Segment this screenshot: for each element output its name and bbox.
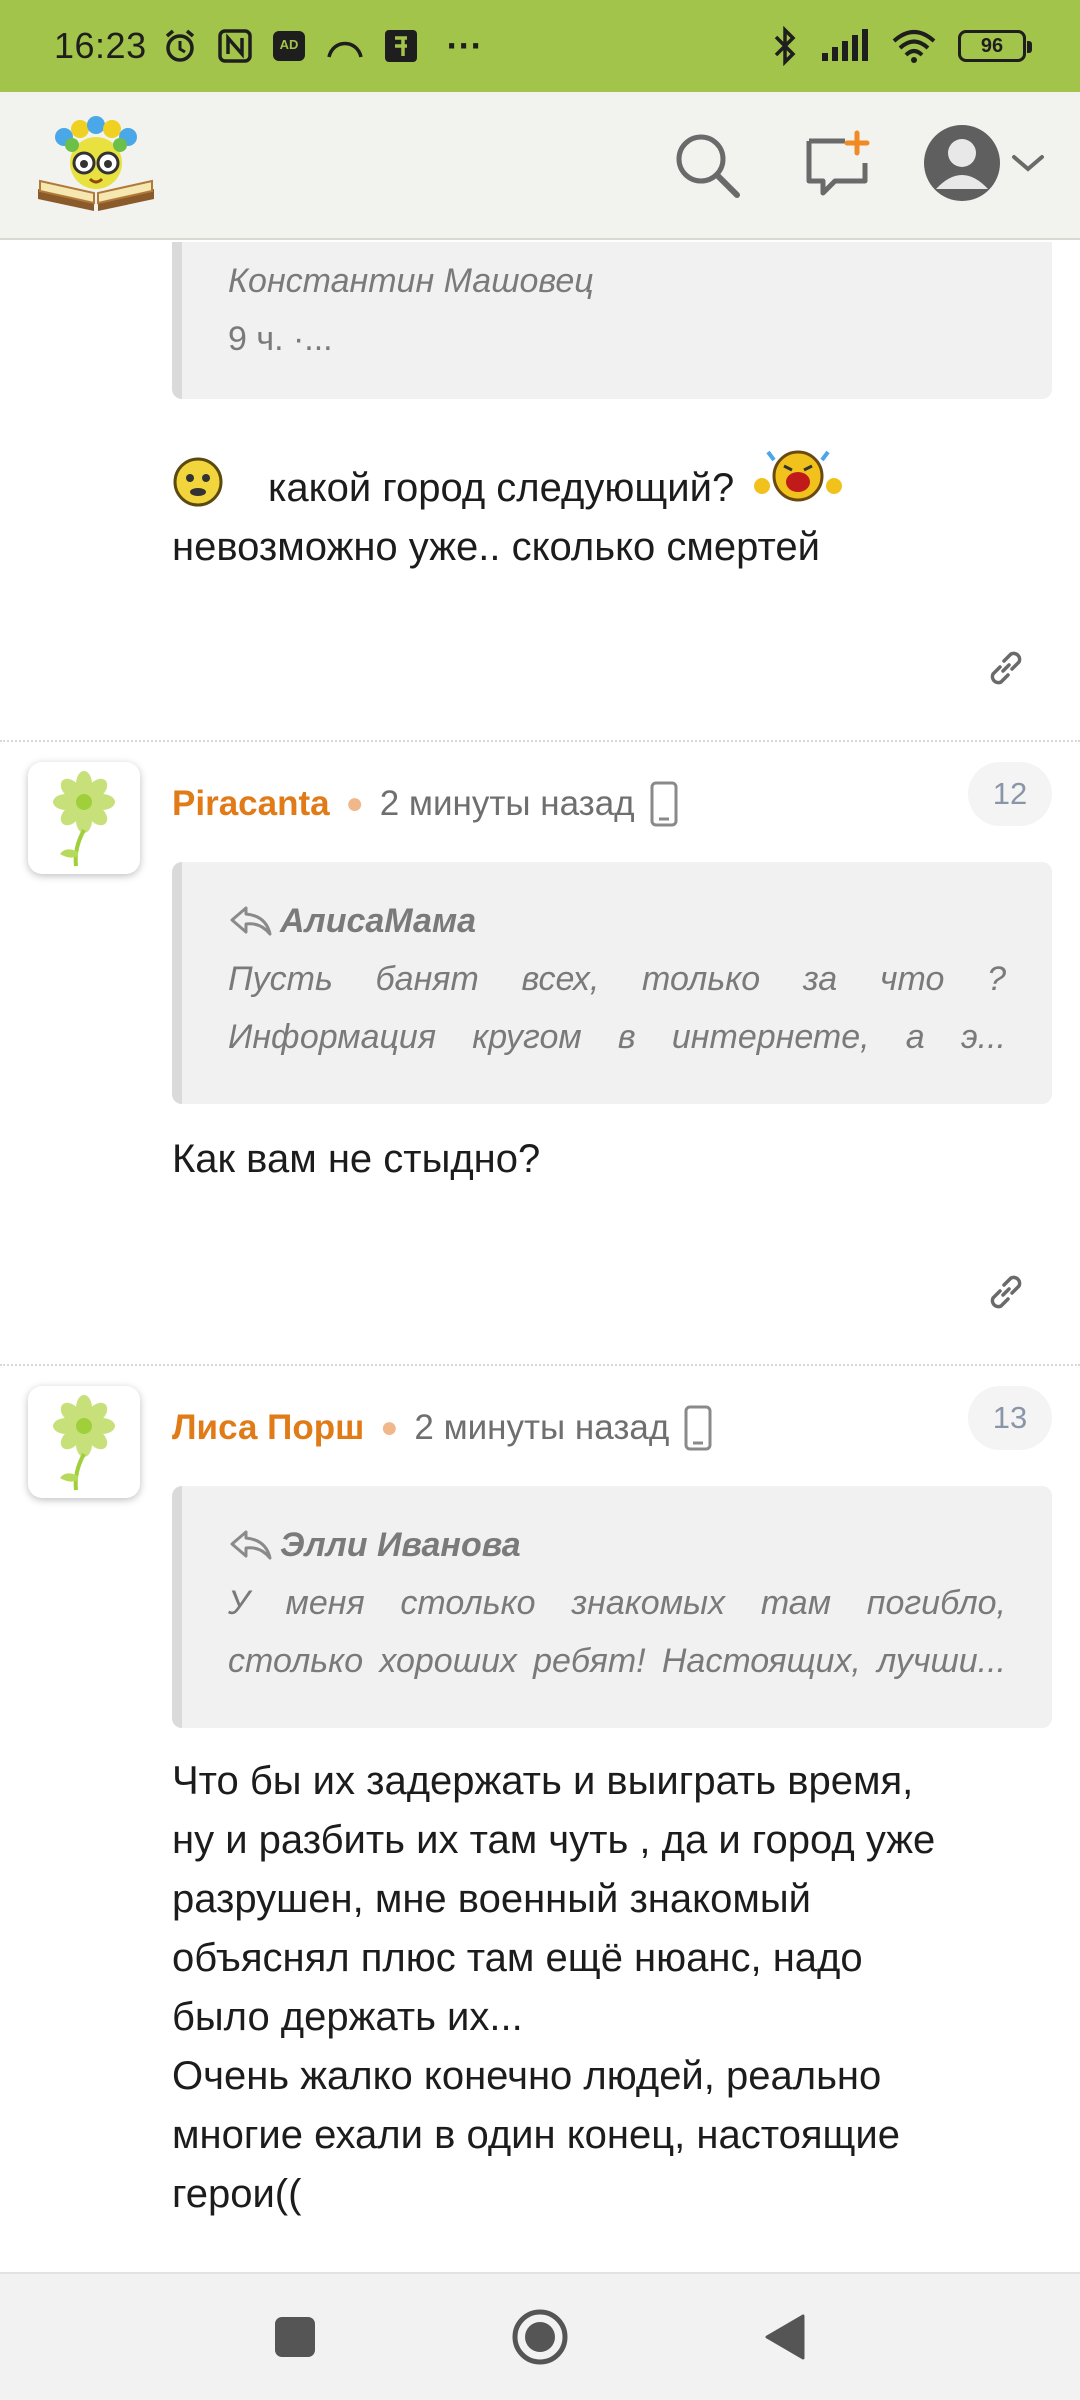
comment-number: 13 xyxy=(968,1386,1052,1450)
link-icon[interactable] xyxy=(976,638,1036,698)
system-nav-bar xyxy=(0,2272,1080,2400)
quote-author: Элли Иванова xyxy=(280,1526,521,1564)
battery-icon: 96 xyxy=(958,30,1032,62)
user-avatar[interactable] xyxy=(28,1386,140,1498)
comment-header: Piracanta ● 2 минуты назад xyxy=(172,762,679,846)
comment-line: ну и разбить их там чуть , да и город уж… xyxy=(172,1818,936,1862)
quote-author-row: АлисаМама xyxy=(228,892,1006,950)
quote-line-1: У меня столько знакомых там погибло, xyxy=(228,1584,1006,1622)
alarm-icon xyxy=(161,27,199,65)
search-icon[interactable] xyxy=(662,120,752,210)
separator-dot: ● xyxy=(380,1411,399,1444)
recents-button[interactable] xyxy=(260,2302,330,2372)
reply-arrow-icon xyxy=(228,904,274,938)
separator-dot: ● xyxy=(345,787,364,820)
comment-line: Очень жалко конечно людей, реально xyxy=(172,2054,882,2098)
site-logo[interactable] xyxy=(34,115,158,215)
mobile-device-icon xyxy=(649,781,679,827)
comment-body: Как вам не стыдно? xyxy=(172,1137,541,1181)
ad-icon: AD xyxy=(271,29,307,63)
comment-author[interactable]: Piracanta xyxy=(172,784,330,824)
comment-number: 12 xyxy=(968,762,1052,826)
more-icon: ··· xyxy=(446,25,483,66)
comment-line: объяснял плюс там ещё нюанс, надо xyxy=(172,1936,863,1980)
quote-block: Константин Машовец 9 ч. ·... xyxy=(172,242,1052,399)
mobile-device-icon xyxy=(683,1405,713,1451)
post-body: какой город следующий? невозможно уже.. … xyxy=(172,444,1052,577)
status-icons-right: 96 xyxy=(772,26,1032,66)
emoticon-icon xyxy=(172,456,224,508)
comment-body: Что бы их задержать и выиграть время, ну… xyxy=(172,1752,1052,2224)
home-button[interactable] xyxy=(505,2302,575,2372)
reply-arrow-icon xyxy=(228,1528,274,1562)
comments-feed: Константин Машовец 9 ч. ·... какой город… xyxy=(0,242,1080,2271)
status-bar: 16:23 AD ··· 96 xyxy=(0,0,1080,92)
status-icons-left: AD ··· xyxy=(161,25,483,67)
wifi-icon xyxy=(892,29,936,63)
comment-author[interactable]: Лиса Порш xyxy=(172,1408,364,1448)
comment-line: было держать их... xyxy=(172,1995,523,2039)
user-avatar[interactable] xyxy=(28,762,140,874)
comment-line: Что бы их задержать и выиграть время, xyxy=(172,1759,914,1803)
post-line-2: невозможно уже.. сколько смертей xyxy=(172,525,820,569)
quote-author: Константин Машовец xyxy=(228,262,594,300)
link-icon[interactable] xyxy=(976,1262,1036,1322)
quote-line-2: столько хороших ребят! Настоящих, лучши.… xyxy=(228,1642,1006,1680)
quote-meta: 9 ч. ·... xyxy=(228,320,333,358)
status-time: 16:23 xyxy=(54,25,147,66)
post-line-1: какой город следующий? xyxy=(268,466,735,510)
nfc-icon xyxy=(217,28,253,64)
comment-line: многие ехали в один конец, настоящие xyxy=(172,2113,900,2157)
comment-item: Piracanta ● 2 минуты назад 12 АлисаМама … xyxy=(0,740,1080,1364)
quote-line-2: Информация кругом в интернете, а э... xyxy=(228,1018,1006,1056)
comment-line: герои(( xyxy=(172,2172,302,2216)
signal-icon xyxy=(820,29,870,63)
chevron-down-icon[interactable] xyxy=(1010,151,1046,180)
comment-line: разрушен, мне военный знакомый xyxy=(172,1877,811,1921)
back-button[interactable] xyxy=(750,2302,820,2372)
svg-text:AD: AD xyxy=(279,37,298,52)
arc-icon xyxy=(325,31,365,61)
quote-block: Элли Иванова У меня столько знакомых там… xyxy=(172,1486,1052,1728)
comment-item: Лиса Порш ● 2 минуты назад 13 Элли Ивано… xyxy=(0,1364,1080,2271)
quote-block: АлисаМама Пусть банят всех, только за чт… xyxy=(172,862,1052,1104)
header-actions xyxy=(662,120,1046,210)
quote-author-row: Элли Иванова xyxy=(228,1516,1006,1574)
comment-header: Лиса Порш ● 2 минуты назад xyxy=(172,1386,713,1470)
profile-icon[interactable] xyxy=(922,123,1002,208)
quote-line-1: Пусть банят всех, только за что ? xyxy=(228,960,1006,998)
new-post-icon[interactable] xyxy=(792,120,882,210)
crying-emoticon-icon xyxy=(748,444,848,508)
app-icon xyxy=(383,28,419,64)
comment-time: 2 минуты назад xyxy=(379,784,635,823)
profile-menu[interactable] xyxy=(922,123,1046,208)
app-header xyxy=(0,92,1080,240)
comment-time: 2 минуты назад xyxy=(414,1408,670,1447)
quote-author: АлисаМама xyxy=(280,902,476,940)
bluetooth-icon xyxy=(772,26,798,66)
